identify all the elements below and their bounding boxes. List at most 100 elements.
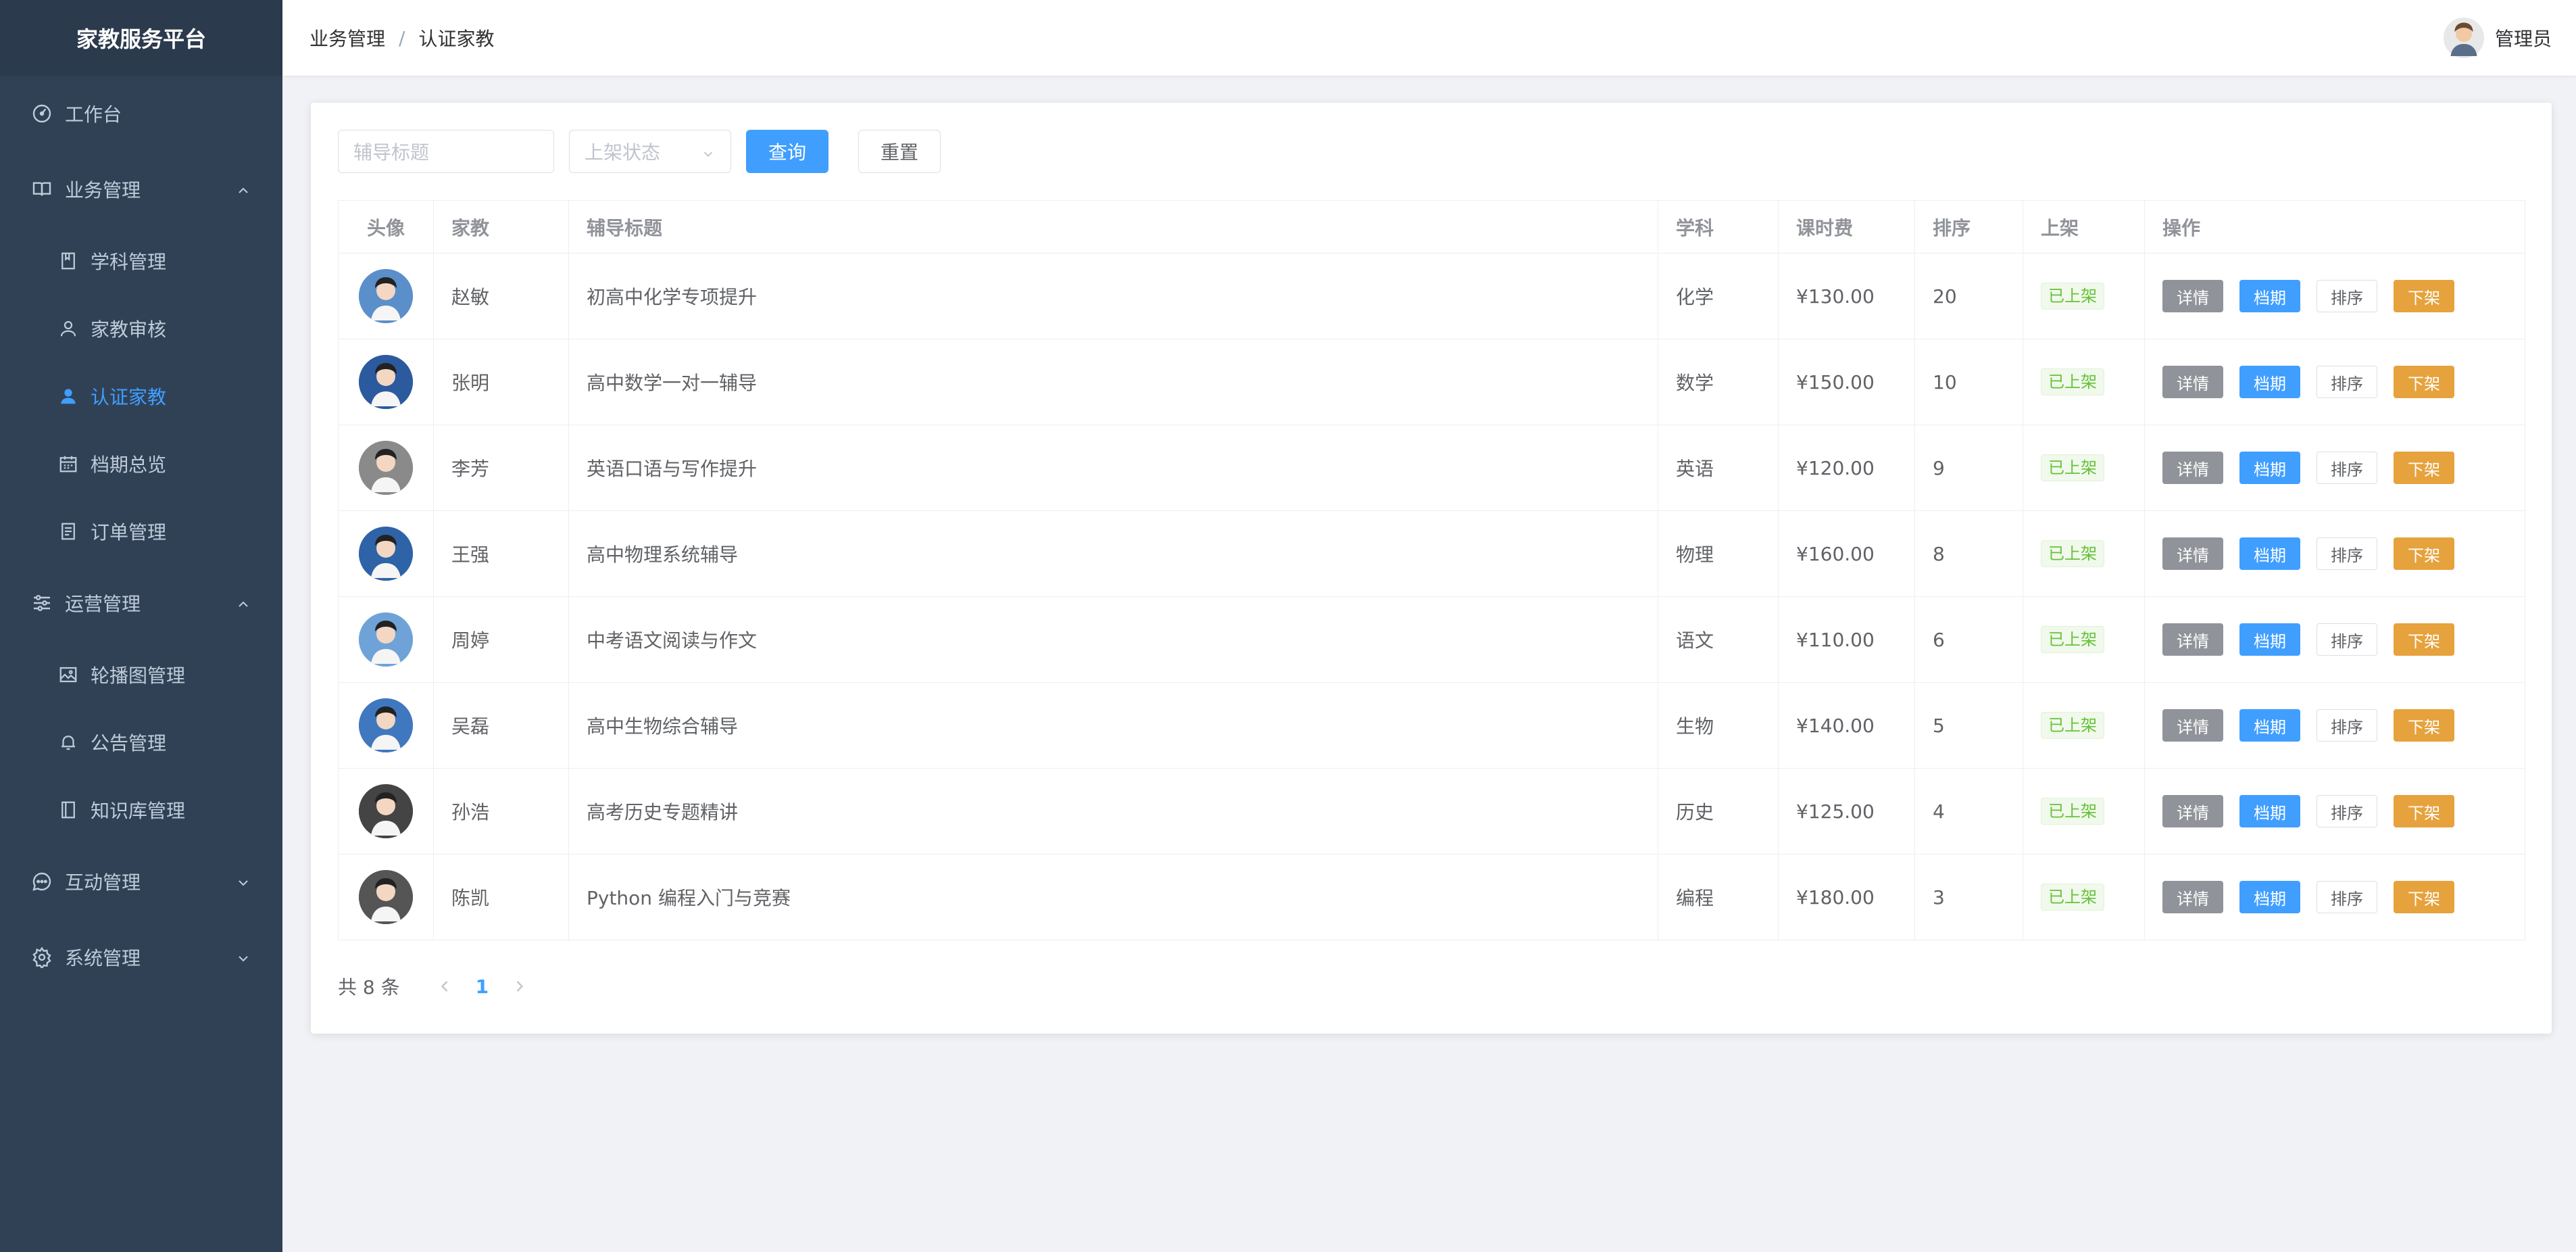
sidebar-item-schedule-overview[interactable]: 档期总览 — [0, 430, 282, 498]
tutor-list-card: 辅导标题 上架状态 查询 重置 头像 家教 辅导标题 学科 课时费 排序 上架 … — [311, 103, 2552, 1034]
sort-button[interactable]: 排序 — [2317, 366, 2377, 398]
sidebar-group-operations[interactable]: 运营管理 — [0, 565, 282, 641]
offline-button[interactable]: 下架 — [2394, 709, 2454, 742]
avatar — [359, 527, 413, 581]
sort-button[interactable]: 排序 — [2317, 795, 2377, 827]
sidebar-item-knowledge-base[interactable]: 知识库管理 — [0, 776, 282, 844]
offline-button[interactable]: 下架 — [2394, 881, 2454, 913]
breadcrumb-item-business[interactable]: 业务管理 — [309, 24, 385, 51]
subject-cell: 物理 — [1658, 510, 1779, 597]
chevron-left-icon[interactable] — [435, 977, 454, 996]
chevron-down-icon — [701, 144, 716, 159]
schedule-button[interactable]: 档期 — [2239, 623, 2300, 656]
avatar-cell — [338, 768, 434, 854]
offline-button[interactable]: 下架 — [2394, 366, 2454, 398]
chevron-down-icon — [235, 873, 251, 890]
offline-button[interactable]: 下架 — [2394, 452, 2454, 484]
sort-button[interactable]: 排序 — [2317, 537, 2377, 570]
schedule-button[interactable]: 档期 — [2239, 881, 2300, 913]
detail-button[interactable]: 详情 — [2162, 795, 2223, 827]
offline-button[interactable]: 下架 — [2394, 795, 2454, 827]
offline-button[interactable]: 下架 — [2394, 537, 2454, 570]
detail-button[interactable]: 详情 — [2162, 280, 2223, 312]
title-cell: Python 编程入门与竞赛 — [568, 854, 1658, 940]
user-menu[interactable]: 管理员 — [2443, 18, 2552, 58]
sidebar-item-orders[interactable]: 订单管理 — [0, 498, 282, 565]
column-header-fee: 课时费 — [1778, 200, 1915, 254]
title-cell: 中考语文阅读与作文 — [568, 596, 1658, 683]
actions-cell: 详情 档期 排序 下架 — [2144, 596, 2525, 683]
table-row: 王强 高中物理系统辅导 物理 ¥160.00 8 已上架 详情 档期 排序 下架 — [338, 510, 2525, 597]
table-row: 李芳 英语口语与写作提升 英语 ¥120.00 9 已上架 详情 档期 排序 下架 — [338, 425, 2525, 511]
reset-button[interactable]: 重置 — [858, 130, 941, 173]
schedule-button[interactable]: 档期 — [2239, 537, 2300, 570]
avatar-cell — [338, 339, 434, 425]
sidebar-item-label: 家教审核 — [91, 318, 167, 341]
user-name: 管理员 — [2494, 28, 2552, 50]
sort-button[interactable]: 排序 — [2317, 881, 2377, 913]
sidebar-group-business[interactable]: 业务管理 — [0, 151, 282, 227]
detail-button[interactable]: 详情 — [2162, 623, 2223, 656]
detail-button[interactable]: 详情 — [2162, 709, 2223, 742]
sidebar-item-carousel[interactable]: 轮播图管理 — [0, 641, 282, 708]
schedule-button[interactable]: 档期 — [2239, 709, 2300, 742]
offline-button[interactable]: 下架 — [2394, 280, 2454, 312]
sidebar-group-interaction[interactable]: 互动管理 — [0, 844, 282, 919]
page-content: 辅导标题 上架状态 查询 重置 头像 家教 辅导标题 学科 课时费 排序 上架 … — [282, 76, 2576, 1034]
offline-button[interactable]: 下架 — [2394, 623, 2454, 656]
status-select[interactable]: 上架状态 — [569, 130, 731, 173]
fee-cell: ¥160.00 — [1778, 510, 1915, 597]
sidebar-item-announcements[interactable]: 公告管理 — [0, 708, 282, 776]
sidebar-item-certified-tutors[interactable]: 认证家教 — [0, 362, 282, 430]
detail-button[interactable]: 详情 — [2162, 452, 2223, 484]
column-header-tutor: 家教 — [433, 200, 569, 254]
sidebar-item-workbench[interactable]: 工作台 — [0, 76, 282, 151]
title-cell: 初高中化学专项提升 — [568, 253, 1658, 339]
sidebar-group-system[interactable]: 系统管理 — [0, 919, 282, 995]
fee-cell: ¥110.00 — [1778, 596, 1915, 683]
query-button[interactable]: 查询 — [746, 130, 829, 173]
book-open-icon — [31, 178, 53, 200]
title-cell: 高考历史专题精讲 — [568, 768, 1658, 854]
sidebar-group-label: 业务管理 — [65, 179, 141, 201]
tutor-name-cell: 陈凯 — [433, 854, 569, 940]
sidebar-item-subjects[interactable]: 学科管理 — [0, 227, 282, 295]
pagination-current-page[interactable]: 1 — [476, 976, 489, 998]
sort-button[interactable]: 排序 — [2317, 280, 2377, 312]
status-badge: 已上架 — [2041, 798, 2104, 825]
detail-button[interactable]: 详情 — [2162, 881, 2223, 913]
status-badge: 已上架 — [2041, 712, 2104, 739]
tutor-name-cell: 王强 — [433, 510, 569, 597]
avatar — [359, 698, 413, 752]
fee-cell: ¥140.00 — [1778, 682, 1915, 769]
actions-cell: 详情 档期 排序 下架 — [2144, 682, 2525, 769]
title-search-input[interactable]: 辅导标题 — [338, 130, 554, 173]
picture-icon — [58, 665, 78, 685]
schedule-button[interactable]: 档期 — [2239, 452, 2300, 484]
bell-icon — [58, 732, 78, 752]
title-cell: 高中生物综合辅导 — [568, 682, 1658, 769]
table-row: 孙浩 高考历史专题精讲 历史 ¥125.00 4 已上架 详情 档期 排序 下架 — [338, 768, 2525, 854]
detail-button[interactable]: 详情 — [2162, 537, 2223, 570]
avatar — [359, 612, 413, 667]
tutor-table: 头像 家教 辅导标题 学科 课时费 排序 上架 操作 赵敏 初高中化学专项提升 化学… — [338, 200, 2525, 940]
sidebar-item-tutor-review[interactable]: 家教审核 — [0, 295, 282, 362]
sort-button[interactable]: 排序 — [2317, 709, 2377, 742]
sort-button[interactable]: 排序 — [2317, 452, 2377, 484]
detail-button[interactable]: 详情 — [2162, 366, 2223, 398]
pagination: 共 8 条 1 — [338, 973, 2525, 1000]
chevron-down-icon — [235, 949, 251, 965]
subject-cell: 英语 — [1658, 425, 1779, 511]
sidebar-item-label: 知识库管理 — [91, 800, 186, 822]
schedule-button[interactable]: 档期 — [2239, 280, 2300, 312]
chat-icon — [31, 871, 53, 892]
avatar — [359, 784, 413, 838]
schedule-button[interactable]: 档期 — [2239, 366, 2300, 398]
avatar-cell — [338, 425, 434, 511]
schedule-button[interactable]: 档期 — [2239, 795, 2300, 827]
sort-button[interactable]: 排序 — [2317, 623, 2377, 656]
sidebar-item-label: 订单管理 — [91, 521, 167, 544]
tutor-name-cell: 孙浩 — [433, 768, 569, 854]
chevron-right-icon[interactable] — [510, 977, 529, 996]
top-header: 业务管理 / 认证家教 管理员 — [282, 0, 2576, 76]
